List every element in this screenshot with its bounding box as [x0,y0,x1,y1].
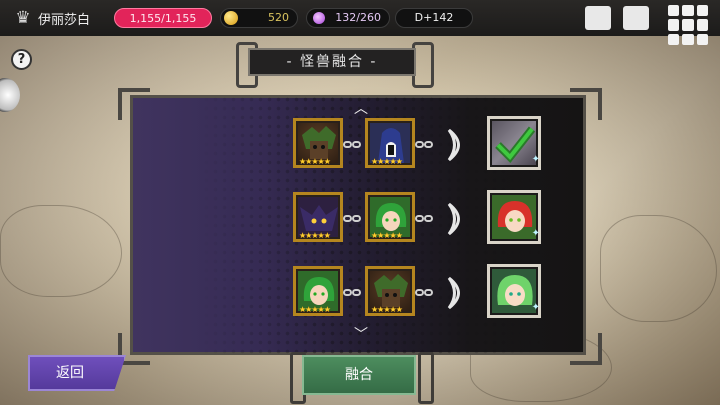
sparkle-icon: ✦ [531,154,540,165]
map-contour [600,215,717,322]
fusion-3-left-slot[interactable]: ★★★★★ [293,266,343,316]
fusion-1-right-slot[interactable]: ★★★★★ [365,118,415,168]
gold-counter: 520 [220,8,298,28]
sparkle-icon: ✦ [531,228,540,239]
chain-link-icon [415,215,435,223]
mana-counter: 132/260 [306,8,390,28]
button-ornament [418,352,434,404]
help-button[interactable]: ? [11,49,32,70]
mana-value: 132/260 [335,11,381,24]
panel-corner-ornament [570,333,602,365]
player-name: 伊丽莎白 [38,13,91,28]
rank-stars: ★★★★★ [371,305,403,314]
fusion-arrow-icon [447,128,460,162]
fusion-1-left-slot[interactable]: ★★★★★ [293,118,343,168]
fusion-arrow-icon [447,276,460,310]
rank-stars: ★★★★★ [371,157,403,166]
scroll-down-icon[interactable]: ﹀ [353,328,369,342]
sparkle-icon: ✦ [531,302,540,313]
chain-link-icon [415,289,435,297]
fusion-1-result[interactable]: ✦ [487,116,541,170]
page-title: - 怪兽融合 - [248,48,416,76]
fusion-2-right-slot[interactable]: ★★★★★ [365,192,415,242]
day-counter: D+142 [395,8,473,28]
panel-corner-ornament [118,88,150,120]
rank-stars: ★★★★★ [299,157,331,166]
mana-orb-icon [313,12,325,24]
back-button[interactable]: 返回 [28,355,126,391]
rank-stars: ★★★★★ [371,231,403,240]
coin-icon [224,11,238,25]
fusion-arrow-icon [447,202,460,236]
chain-link-icon [343,215,363,223]
scroll-up-icon[interactable]: ︿ [353,102,369,116]
fuse-button[interactable]: 融合 [302,355,416,395]
rank-stars: ★★★★★ [299,305,331,314]
chain-link-icon [343,141,363,149]
hp-bar: 1,155/1,155 [114,8,212,28]
fusion-2-left-slot[interactable]: ★★★★★ [293,192,343,242]
panel-corner-ornament [570,88,602,120]
chain-link-icon [415,141,435,149]
map-contour [0,205,122,297]
top-status-bar: ♛ 伊丽莎白 1,155/1,155 520 132/260 D+142 [0,0,720,36]
fusion-2-result[interactable]: ✦ [487,190,541,244]
rank-stars: ★★★★★ [299,231,331,240]
chain-link-icon [343,289,363,297]
gold-value: 520 [268,11,289,24]
fusion-3-result[interactable]: ✦ [487,264,541,318]
cards-icon[interactable] [585,6,611,30]
crown-icon: ♛ [15,8,31,28]
book-icon[interactable] [623,6,649,30]
fusion-3-right-slot[interactable]: ★★★★★ [365,266,415,316]
menu-grid-icon[interactable] [668,5,708,45]
